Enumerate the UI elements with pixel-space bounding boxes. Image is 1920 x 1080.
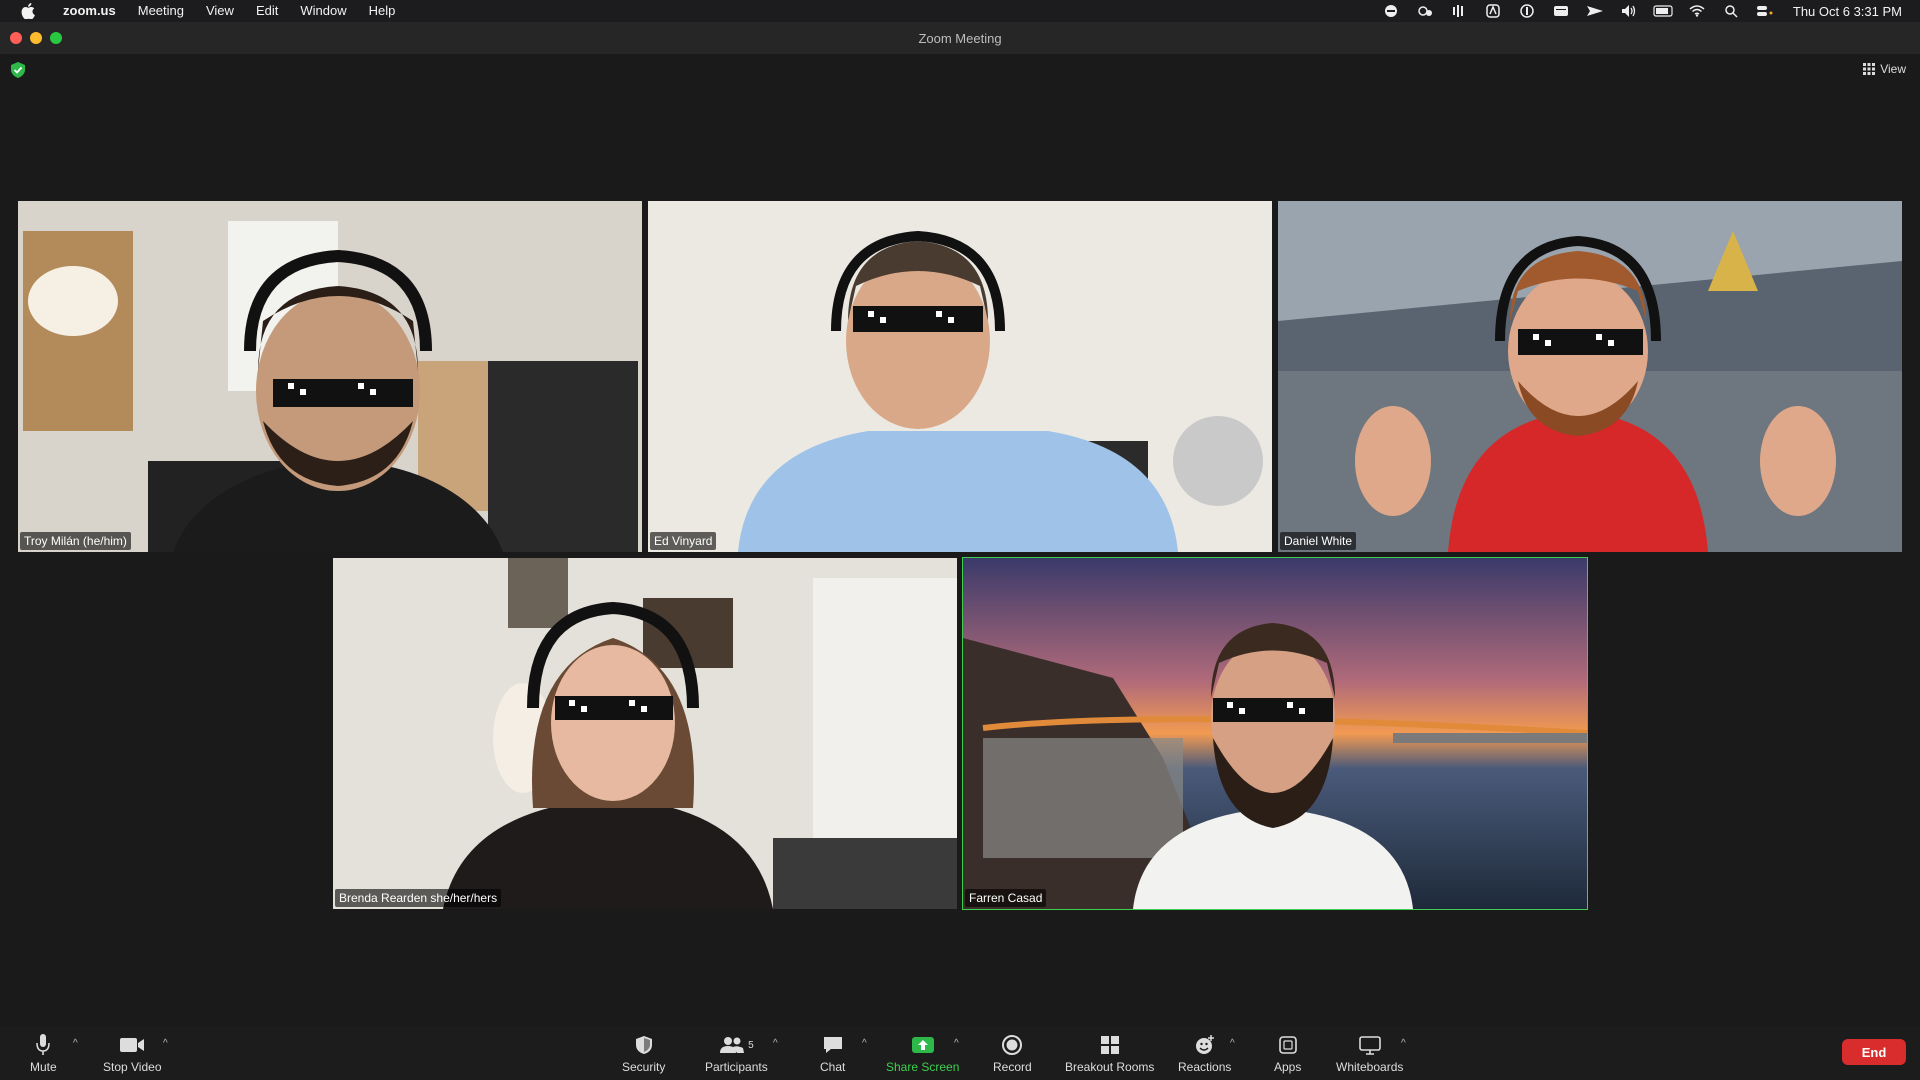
meeting-controls-toolbar: Mute ^ Stop Video ^ Security 5 Participa… [0,1026,1920,1080]
participant-name: Farren Casad [965,889,1047,907]
keyboard-icon[interactable] [1551,4,1571,18]
participant-video [18,201,642,552]
video-options-chevron-icon[interactable]: ^ [163,1038,168,1049]
mute-label: Mute [30,1060,57,1074]
video-gallery: View Troy Milán (he/him) Ed Vinyard Dani… [0,54,1920,1026]
participant-tile[interactable]: Troy Milán (he/him) [18,201,642,552]
app-store-icon[interactable] [1483,4,1503,18]
encryption-shield-icon[interactable] [11,62,25,78]
reactions-options-chevron-icon[interactable]: ^ [1230,1038,1235,1049]
menu-edit[interactable]: Edit [245,0,289,22]
minimize-window-button[interactable] [30,32,42,44]
security-button[interactable]: Security [622,1032,665,1074]
share-screen-button[interactable]: Share Screen [886,1032,959,1074]
mute-button[interactable]: Mute [30,1032,57,1074]
stop-video-button[interactable]: Stop Video [103,1032,162,1074]
participant-tile[interactable]: Daniel White [1278,201,1902,552]
whiteboards-options-chevron-icon[interactable]: ^ [1401,1038,1406,1049]
whiteboard-icon [1358,1036,1381,1055]
menu-app-name[interactable]: zoom.us [52,0,127,22]
grid-view-icon [1863,63,1876,75]
record-button[interactable]: Record [993,1032,1032,1074]
reactions-button[interactable]: Reactions [1178,1032,1231,1074]
security-label: Security [622,1060,666,1074]
wifi-icon[interactable] [1687,4,1707,18]
share-screen-label: Share Screen [886,1060,960,1074]
participant-name: Daniel White [1280,532,1357,550]
reactions-emoji-icon [1195,1035,1214,1054]
participant-tile[interactable]: Ed Vinyard [648,201,1272,552]
send-icon[interactable] [1585,4,1605,18]
whiteboards-button[interactable]: Whiteboards [1336,1032,1403,1074]
volume-icon[interactable] [1619,4,1639,18]
breakout-rooms-icon [1100,1036,1119,1054]
reactions-label: Reactions [1178,1060,1232,1074]
view-label: View [1880,62,1906,76]
breakout-rooms-button[interactable]: Breakout Rooms [1065,1032,1154,1074]
macos-menu-bar: zoom.us Meeting View Edit Window Help Th… [0,0,1920,22]
maximize-window-button[interactable] [50,32,62,44]
record-icon [1002,1035,1023,1055]
participant-name: Ed Vinyard [650,532,717,550]
window-title: Zoom Meeting [918,30,1002,46]
chat-bubble-icon [823,1037,842,1053]
participants-label: Participants [705,1060,768,1074]
participant-video [333,558,957,909]
close-window-button[interactable] [10,32,22,44]
view-button[interactable]: View [1863,62,1906,76]
weather-icon[interactable] [1415,4,1435,18]
participant-video [1278,201,1902,552]
share-options-chevron-icon[interactable]: ^ [954,1038,959,1049]
control-center-icon[interactable] [1755,4,1775,18]
participants-count: 5 [748,1039,754,1051]
menu-meeting[interactable]: Meeting [127,0,195,22]
focus-icon[interactable] [1381,4,1401,18]
participants-button[interactable]: 5 Participants [705,1032,768,1074]
participant-name: Troy Milán (he/him) [20,532,131,550]
menubar-clock[interactable]: Thu Oct 6 3:31 PM [1793,4,1902,19]
menu-window[interactable]: Window [289,0,357,22]
window-titlebar: Zoom Meeting [0,22,1920,54]
security-shield-icon [635,1036,652,1054]
onepassword-icon[interactable] [1517,4,1537,18]
apple-menu-icon[interactable] [18,1,38,21]
end-meeting-button[interactable]: End [1842,1039,1906,1065]
microphone-icon [36,1034,51,1055]
participant-name: Brenda Rearden she/her/hers [335,889,502,907]
chat-label: Chat [820,1060,846,1074]
audio-options-chevron-icon[interactable]: ^ [73,1038,78,1049]
participant-tile-active-speaker[interactable]: Farren Casad [962,557,1588,910]
participants-icon [720,1037,745,1053]
zoom-meeting-window: Zoom Meeting View Troy Milán (he/him) Ed… [0,22,1920,1080]
participant-video [648,201,1272,552]
whiteboards-label: Whiteboards [1336,1060,1404,1074]
participants-options-chevron-icon[interactable]: ^ [773,1038,778,1049]
participant-video [963,558,1587,909]
share-screen-icon [911,1037,934,1053]
menu-view[interactable]: View [195,0,245,22]
video-camera-icon [120,1038,145,1052]
record-label: Record [993,1060,1032,1074]
stop-video-label: Stop Video [103,1060,162,1074]
apps-button[interactable]: Apps [1274,1032,1301,1074]
chat-button[interactable]: Chat [820,1032,845,1074]
audio-hijack-icon[interactable] [1449,4,1469,18]
apps-label: Apps [1274,1060,1302,1074]
menu-help[interactable]: Help [358,0,407,22]
participant-tile[interactable]: Brenda Rearden she/her/hers [333,558,957,909]
breakout-rooms-label: Breakout Rooms [1065,1060,1155,1074]
apps-icon [1278,1036,1297,1054]
chat-options-chevron-icon[interactable]: ^ [862,1038,867,1049]
battery-icon[interactable] [1653,4,1673,18]
spotlight-search-icon[interactable] [1721,4,1741,18]
